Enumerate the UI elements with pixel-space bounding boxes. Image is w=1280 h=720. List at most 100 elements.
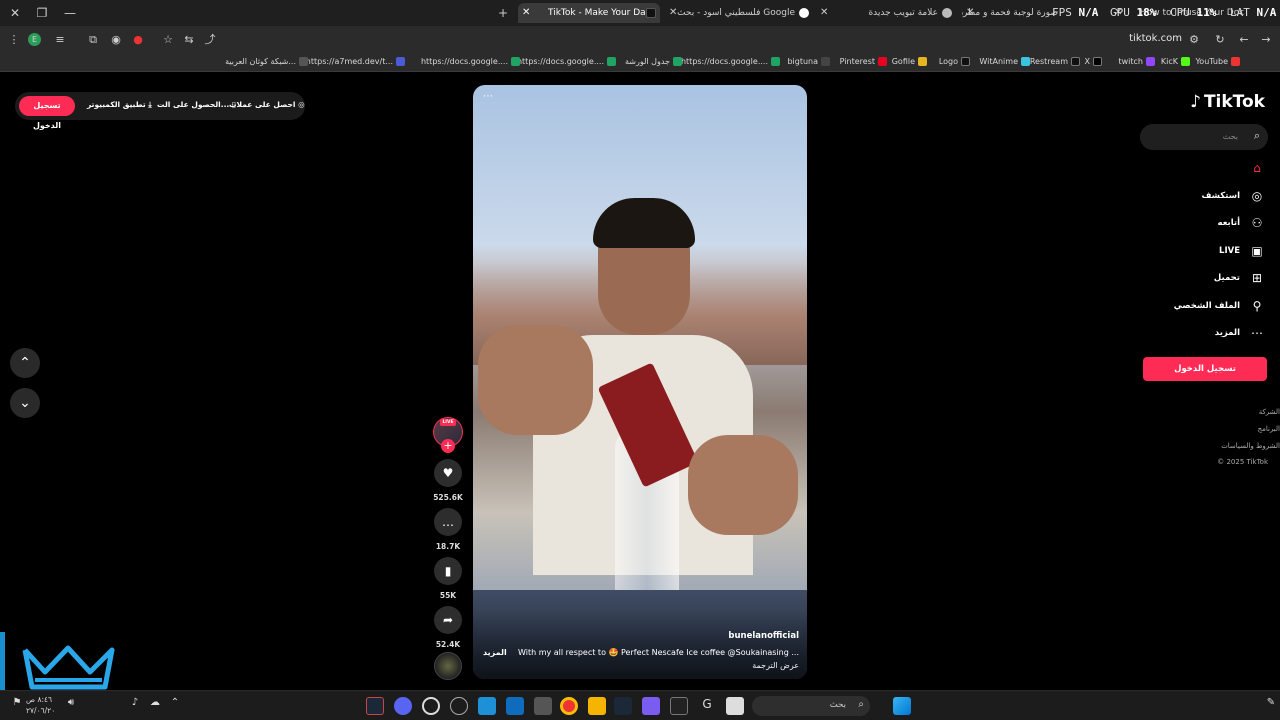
bookmark-item[interactable]: WitAnime bbox=[979, 57, 1030, 66]
epic-games-icon[interactable] bbox=[670, 697, 688, 715]
tab-tiktok[interactable]: ✕ TikTok - Make Your Day bbox=[518, 3, 660, 23]
pen-menu-icon[interactable]: ✎ bbox=[1262, 697, 1280, 715]
bookmark-item[interactable]: YouTube bbox=[1195, 57, 1240, 66]
new-tab-icon[interactable]: + bbox=[494, 4, 512, 22]
video-person-hand bbox=[478, 325, 593, 435]
previous-video-button[interactable]: ⌃ bbox=[10, 348, 40, 378]
music-disc-icon[interactable] bbox=[434, 652, 462, 680]
notepad-app-icon[interactable] bbox=[726, 697, 744, 715]
extension-cookie-icon[interactable]: ◉ bbox=[108, 32, 124, 48]
menu-icon[interactable]: ⋮ bbox=[6, 32, 22, 48]
steam-secondary-icon[interactable] bbox=[614, 697, 632, 715]
profile-avatar-icon[interactable]: E bbox=[28, 33, 41, 46]
sidebar-item-live[interactable]: LIVE ▣ bbox=[1148, 242, 1268, 262]
notification-icon[interactable]: ⚑ bbox=[8, 697, 26, 715]
tab-image[interactable]: ✕ ... صورة لوجبة فحمة و مطرزة بأقمشة bbox=[962, 3, 1062, 23]
copilot-app-icon[interactable] bbox=[642, 697, 660, 715]
bookmark-item[interactable]: KicK bbox=[1161, 57, 1190, 66]
sidebar-item-upload[interactable]: تحميل ⊞ bbox=[1148, 269, 1268, 289]
microphone-icon[interactable]: ♪ bbox=[126, 697, 144, 715]
desktop-app-link[interactable]: تطبيق الكمبيوتر ⤓ bbox=[87, 100, 152, 110]
tray-chevron-up-icon[interactable]: ⌃ bbox=[166, 697, 184, 715]
video-options-icon[interactable]: ⋯ bbox=[483, 91, 493, 102]
footer-link-terms[interactable]: الشروط والسياسات bbox=[1221, 442, 1280, 450]
show-translation-link[interactable]: عرض الترجمة bbox=[752, 661, 799, 670]
tiktok-logo[interactable]: ♪ TikTok bbox=[1190, 92, 1265, 112]
reload-icon[interactable]: ↻ bbox=[1212, 32, 1228, 48]
bookmark-item[interactable]: twitch bbox=[1118, 57, 1155, 66]
get-coins-link[interactable]: احصل على عملات ◎ bbox=[229, 100, 305, 109]
caption-more-link[interactable]: المزيد bbox=[483, 648, 507, 657]
search-input[interactable]: بحث ⌕ bbox=[1140, 124, 1268, 150]
bookmark-item[interactable]: Restream bbox=[1030, 57, 1080, 66]
bookmark-item[interactable]: Gofile bbox=[892, 57, 927, 66]
bookmark-item[interactable]: Pinterest bbox=[840, 57, 887, 66]
search-icon[interactable]: ⌕ bbox=[1254, 129, 1260, 143]
save-action[interactable]: ▮ 55K bbox=[433, 557, 463, 600]
system-clock[interactable]: ٨:٤٦ ص ٢٧/٠٦/٢٠ bbox=[26, 694, 55, 716]
bookmark-item[interactable]: جدول الورشة bbox=[625, 57, 682, 66]
bookmark-item[interactable]: bigtuna bbox=[787, 57, 830, 66]
minimize-window-icon[interactable]: — bbox=[61, 4, 79, 22]
bookmark-item[interactable]: X bbox=[1085, 57, 1102, 66]
forward-icon[interactable]: → bbox=[1258, 32, 1274, 48]
store-app-icon[interactable] bbox=[534, 697, 552, 715]
follow-button[interactable]: + bbox=[441, 439, 455, 453]
cloud-icon[interactable]: ☁ bbox=[146, 697, 164, 715]
comment-icon[interactable]: … bbox=[434, 508, 462, 536]
bookmark-icon[interactable]: ▮ bbox=[434, 557, 462, 585]
windows-start-icon[interactable] bbox=[893, 697, 911, 715]
extension-icon[interactable]: ≡ bbox=[52, 32, 68, 48]
outlook-app-icon[interactable] bbox=[506, 697, 524, 715]
bookmark-item[interactable]: شبكة كوثان العربية... bbox=[225, 57, 308, 66]
comment-action[interactable]: … 18.7K bbox=[433, 508, 463, 551]
bookmark-item[interactable]: https://a7med.dev/t... bbox=[306, 57, 405, 66]
sidebar-item-profile[interactable]: الملف الشخصي ⚲ bbox=[1148, 297, 1268, 317]
tab-google-search[interactable]: ✕ فلسطيني اسود - بحث Google bbox=[665, 3, 813, 23]
translate-icon[interactable]: ⇆ bbox=[181, 32, 197, 48]
monitor-app-icon[interactable] bbox=[478, 697, 496, 715]
bookmark-item[interactable]: Logo bbox=[939, 57, 970, 66]
next-video-button[interactable]: ⌄ bbox=[10, 388, 40, 418]
bookmark-item[interactable]: https://docs.google.... bbox=[517, 57, 616, 66]
app-g-icon[interactable]: G bbox=[698, 697, 716, 715]
obs-app-icon[interactable] bbox=[422, 697, 440, 715]
login-button-top[interactable]: تسجيل الدخول bbox=[19, 96, 75, 130]
video-player[interactable]: ⋯ bunelanofficial المزيد With my all res… bbox=[473, 85, 807, 679]
taskbar-search[interactable]: بحث ⌕ bbox=[752, 696, 870, 716]
tab-new-tab[interactable]: ✕ علامة تبويب جديدة bbox=[816, 3, 956, 23]
extension-stop-icon[interactable]: ● bbox=[130, 32, 146, 48]
like-action[interactable]: ♥ 525.6K bbox=[433, 459, 463, 502]
extensions-puzzle-icon[interactable]: ⧉ bbox=[85, 32, 101, 48]
sidebar-item-more[interactable]: المزيد ⋯ bbox=[1148, 324, 1268, 344]
get-app-link[interactable]: الحصول على الت... ▯ bbox=[157, 100, 236, 109]
steam-app-icon[interactable] bbox=[366, 697, 384, 715]
volume-icon[interactable]: 🔊︎ bbox=[62, 697, 80, 715]
site-settings-icon[interactable]: ⚙ bbox=[1186, 32, 1202, 48]
restore-window-icon[interactable]: ❐ bbox=[33, 4, 51, 22]
bookmark-item[interactable]: https://docs.google.... bbox=[421, 57, 520, 66]
close-window-icon[interactable]: ✕ bbox=[6, 4, 24, 22]
video-username[interactable]: bunelanofficial bbox=[728, 631, 799, 641]
share-arrow-icon[interactable]: ➦ bbox=[434, 606, 462, 634]
sidebar-item-home[interactable]: ⌂ bbox=[1148, 159, 1268, 179]
bookmark-item[interactable]: https://docs.google.... bbox=[681, 57, 780, 66]
share-action[interactable]: ➦ 52.4K bbox=[433, 606, 463, 649]
tab-close-icon[interactable]: ✕ bbox=[522, 3, 530, 23]
heart-icon[interactable]: ♥ bbox=[434, 459, 462, 487]
sidebar-item-following[interactable]: أتابعه ⚇ bbox=[1148, 214, 1268, 234]
sidebar-item-explore[interactable]: استكشف ◎ bbox=[1148, 187, 1268, 207]
footer-link-program[interactable]: البرنامج bbox=[1258, 425, 1280, 433]
discord-app-icon[interactable] bbox=[394, 697, 412, 715]
file-explorer-icon[interactable] bbox=[588, 697, 606, 715]
tab-close-icon[interactable]: ✕ bbox=[820, 3, 828, 23]
bookmark-star-icon[interactable]: ☆ bbox=[160, 32, 176, 48]
address-bar[interactable]: tiktok.com bbox=[1129, 33, 1182, 44]
back-icon[interactable]: ← bbox=[1236, 32, 1252, 48]
share-icon[interactable]: ⤴ bbox=[202, 32, 218, 48]
chatgpt-app-icon[interactable] bbox=[450, 697, 468, 715]
google-favicon-icon bbox=[799, 8, 809, 18]
chrome-app-icon[interactable] bbox=[560, 697, 578, 715]
footer-link-company[interactable]: الشركة bbox=[1259, 408, 1280, 416]
login-button-sidebar[interactable]: تسجيل الدخول bbox=[1143, 357, 1267, 381]
